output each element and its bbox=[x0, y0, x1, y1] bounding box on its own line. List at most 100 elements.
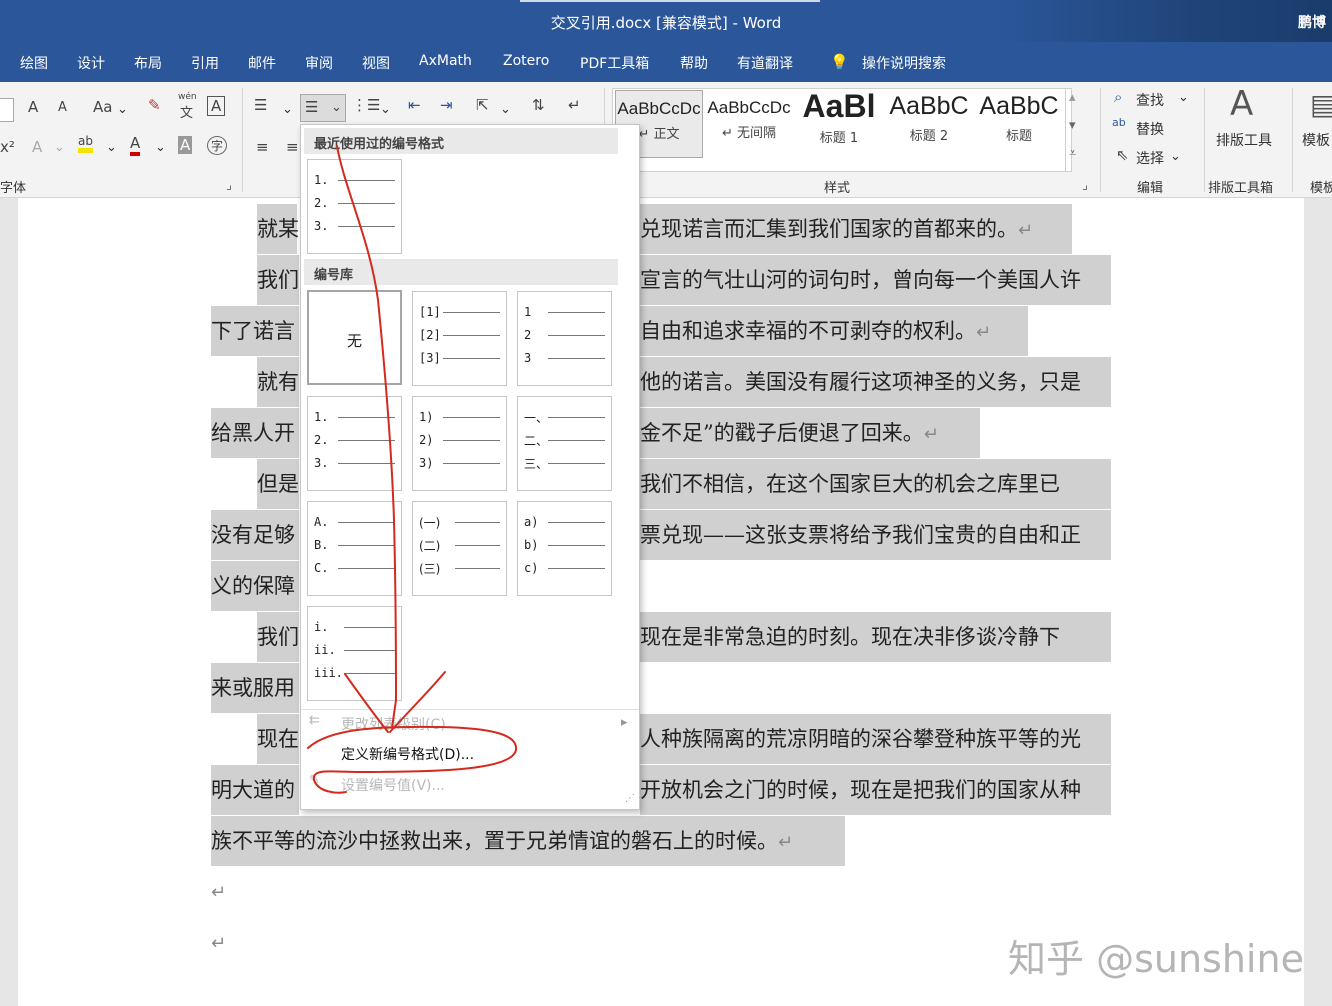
tab-axmath[interactable]: AxMath bbox=[419, 53, 472, 69]
tab-layout[interactable]: 布局 bbox=[134, 53, 162, 73]
account-name[interactable]: 鹏博 bbox=[1298, 12, 1326, 32]
chevron-down-icon[interactable]: ⌄ bbox=[282, 102, 293, 117]
set-numbering-value[interactable]: 设置编号值(V)... bbox=[341, 775, 445, 795]
select-cursor-icon[interactable]: ⇖ bbox=[1116, 146, 1129, 164]
chevron-down-icon[interactable]: ⌄ bbox=[1170, 149, 1181, 164]
scroll-down-icon[interactable]: ▾ bbox=[1069, 118, 1076, 133]
numbering-format-bracket[interactable]: [1] [2] [3] bbox=[412, 291, 507, 386]
styles-group-label: 样式 bbox=[824, 181, 851, 196]
define-new-number-format[interactable]: 定义新编号格式(D)... bbox=[341, 744, 474, 764]
char-border-icon[interactable]: A bbox=[207, 96, 226, 116]
grow-font-icon[interactable]: A bbox=[28, 98, 38, 116]
title-progress-line bbox=[520, 0, 820, 2]
enclose-char-icon[interactable]: 字 bbox=[207, 136, 228, 155]
ribbon: A A Aa ⌄ ✎ wén 文 A x² A ⌄ ab ⌄ A ⌄ A 字 字… bbox=[0, 82, 1332, 198]
bullets-icon[interactable]: ☰ bbox=[254, 96, 267, 114]
style-heading-2[interactable]: AaBbC 标题 2 bbox=[885, 90, 973, 158]
doc-line-left: 给黑人开 bbox=[211, 408, 299, 458]
paragraph-mark: ↵ bbox=[923, 424, 939, 445]
lightbulb-icon[interactable]: 💡 bbox=[830, 53, 849, 71]
decrease-indent-icon[interactable]: ⇤ bbox=[408, 96, 421, 114]
chinese-layout-icon[interactable]: ⇱ bbox=[476, 96, 489, 114]
typeset-tool-icon[interactable]: A bbox=[1230, 84, 1253, 124]
multilevel-list-icon[interactable]: ⋮☰ bbox=[352, 96, 380, 114]
superscript-icon[interactable]: x² bbox=[0, 138, 15, 156]
find-icon[interactable]: ⌕ bbox=[1114, 88, 1122, 106]
replace-icon[interactable]: ab bbox=[1112, 116, 1126, 129]
group-divider bbox=[1100, 88, 1101, 192]
font-group-label: 字体 bbox=[0, 181, 27, 196]
chevron-down-icon[interactable]: ⌄ bbox=[54, 140, 65, 155]
tab-design[interactable]: 设计 bbox=[77, 53, 105, 73]
numbering-format-chinese[interactable]: 一、 二、 三、 bbox=[517, 396, 612, 491]
template-icon[interactable]: ▤ bbox=[1310, 88, 1332, 121]
find-button[interactable]: 查找 bbox=[1136, 90, 1164, 110]
text-effects-icon[interactable]: A bbox=[32, 138, 42, 156]
doc-line-right: 自由和追求幸福的不可剥夺的权利。↵ bbox=[640, 306, 1028, 356]
dialog-launcher-icon[interactable]: ⌟ bbox=[1082, 178, 1088, 193]
tell-me-search[interactable]: 操作说明搜索 bbox=[862, 53, 946, 73]
submenu-arrow-icon: ▸ bbox=[621, 715, 628, 730]
show-marks-icon[interactable]: ↵ bbox=[568, 96, 581, 114]
chevron-down-icon[interactable]: ⌄ bbox=[1178, 90, 1189, 105]
numbering-format-plain[interactable]: 1 2 3 bbox=[517, 291, 612, 386]
tab-view[interactable]: 视图 bbox=[362, 53, 390, 73]
tab-references[interactable]: 引用 bbox=[191, 53, 219, 73]
align-left-icon[interactable]: ≡ bbox=[256, 138, 269, 156]
tab-help[interactable]: 帮助 bbox=[680, 53, 708, 73]
tab-review[interactable]: 审阅 bbox=[305, 53, 333, 73]
dialog-launcher-icon[interactable]: ⌟ bbox=[226, 178, 232, 193]
sort-icon[interactable]: ⇅ bbox=[532, 96, 545, 114]
clear-format-icon[interactable]: ✎ bbox=[148, 96, 161, 114]
group-divider bbox=[242, 88, 243, 192]
template-button[interactable]: 模板 bbox=[1302, 130, 1330, 150]
numbering-format-chinese-paren[interactable]: (一) (二) (三) bbox=[412, 501, 507, 596]
numbering-format-upper-alpha[interactable]: A. B. C. bbox=[307, 501, 402, 596]
change-case-icon[interactable]: Aa bbox=[93, 98, 112, 116]
doc-line-left: 义的保障 bbox=[211, 561, 299, 611]
chevron-down-icon[interactable]: ⌄ bbox=[155, 140, 166, 155]
tab-mailings[interactable]: 邮件 bbox=[248, 53, 276, 73]
numbering-dropdown: 最近使用过的编号格式 1. 2. 3. 编号库 无 [1] [2] [3] 1 … bbox=[300, 124, 640, 810]
chevron-down-icon[interactable]: ⌄ bbox=[500, 102, 511, 117]
numbering-format-lower-alpha[interactable]: a) b) c) bbox=[517, 501, 612, 596]
style-title[interactable]: AaBbC 标题 bbox=[975, 90, 1063, 158]
chevron-down-icon[interactable]: ⌄ bbox=[117, 102, 128, 117]
highlight-icon[interactable]: ab bbox=[78, 134, 93, 153]
doc-line-right: 金不足”的戳子后便退了回来。↵ bbox=[640, 408, 980, 458]
increase-indent-icon[interactable]: ⇥ bbox=[440, 96, 453, 114]
align-center-icon[interactable]: ≡ bbox=[286, 138, 299, 156]
chevron-down-icon[interactable]: ⌄ bbox=[106, 140, 117, 155]
scroll-up-icon[interactable]: ▴ bbox=[1069, 90, 1076, 105]
set-value-icon: ✎ bbox=[309, 773, 320, 788]
tab-youdao-translate[interactable]: 有道翻译 bbox=[737, 53, 793, 73]
numbering-format-dot[interactable]: 1. 2. 3. bbox=[307, 396, 402, 491]
resize-grip-icon[interactable]: ⋰ bbox=[625, 793, 635, 804]
recent-numbering-format[interactable]: 1. 2. 3. bbox=[307, 159, 402, 254]
tab-draw[interactable]: 绘图 bbox=[20, 53, 48, 73]
gallery-more-icon[interactable]: ⩡ bbox=[1069, 146, 1076, 161]
font-color-icon[interactable]: A bbox=[130, 134, 141, 156]
style-heading-1[interactable]: AaBl 标题 1 bbox=[795, 88, 883, 158]
tab-pdf-toolbox[interactable]: PDF工具箱 bbox=[580, 53, 649, 73]
numbering-none[interactable]: 无 bbox=[307, 290, 402, 385]
tab-zotero[interactable]: Zotero bbox=[503, 53, 549, 69]
numbering-button[interactable]: ☰ ⌄ bbox=[300, 94, 346, 122]
typeset-tool-button[interactable]: 排版工具 bbox=[1216, 130, 1272, 150]
select-button[interactable]: 选择 bbox=[1136, 148, 1164, 168]
numbering-library-header: 编号库 bbox=[304, 259, 618, 285]
change-list-level[interactable]: 更改列表级别(C) bbox=[341, 714, 446, 734]
chevron-down-icon[interactable]: ⌄ bbox=[380, 102, 391, 117]
font-size-box[interactable] bbox=[0, 98, 14, 122]
numbering-format-roman[interactable]: i. ii. iii. bbox=[307, 606, 402, 701]
pinyin-guide-icon[interactable]: wén bbox=[178, 92, 197, 102]
replace-button[interactable]: 替换 bbox=[1136, 119, 1164, 139]
style-no-spacing[interactable]: AaBbCcDc ↵ 无间隔 bbox=[705, 90, 793, 158]
pinyin-guide-char: 文 bbox=[180, 106, 194, 121]
paragraph-mark: ↵ bbox=[976, 322, 992, 343]
shrink-font-icon[interactable]: A bbox=[58, 100, 67, 115]
char-shading-icon[interactable]: A bbox=[178, 136, 193, 154]
numbering-format-paren[interactable]: 1) 2) 3) bbox=[412, 396, 507, 491]
paragraph-mark: ↵ bbox=[778, 832, 794, 853]
window-title: 交叉引用.docx [兼容模式] - Word bbox=[550, 14, 782, 32]
